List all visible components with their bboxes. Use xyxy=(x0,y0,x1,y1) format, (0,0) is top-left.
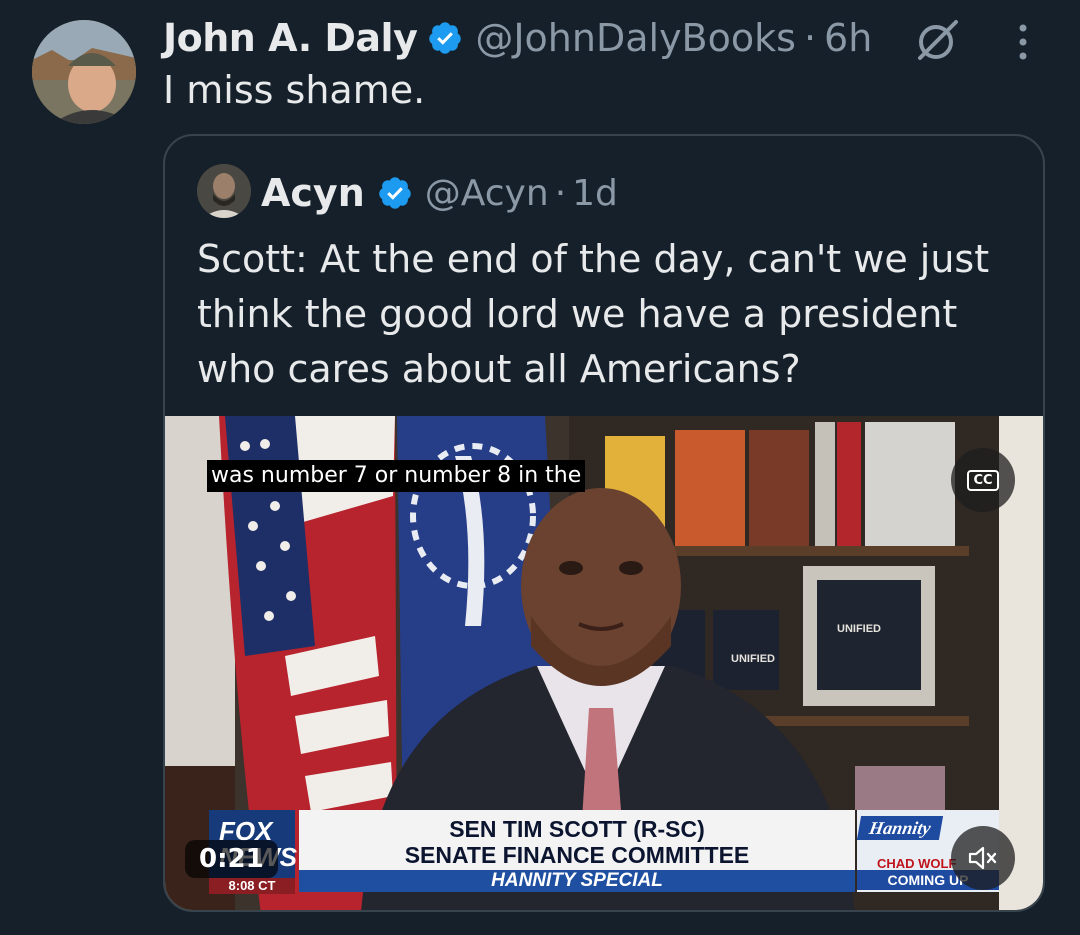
verified-badge-icon xyxy=(429,22,462,54)
quoted-header: Acyn @Acyn · 1d xyxy=(261,166,618,220)
video-player[interactable]: UNIFIED UNIFIED was number 7 or number 8… xyxy=(165,416,1043,910)
chyron-line1: SEN TIM SCOTT (R-SC) xyxy=(449,816,705,842)
tweet-header: John A. Daly @JohnDalyBooks · 6h xyxy=(163,12,872,64)
book-title: UNIFIED xyxy=(837,623,881,635)
grok-icon[interactable] xyxy=(912,18,962,62)
book-title-2: UNIFIED xyxy=(731,653,775,665)
closed-captions-button[interactable]: CC xyxy=(951,448,1015,512)
mute-button[interactable] xyxy=(951,826,1015,890)
verified-badge-icon xyxy=(379,177,411,209)
quoted-time[interactable]: 1d xyxy=(572,173,618,214)
chyron-bar: HANNITY SPECIAL xyxy=(299,870,855,892)
video-timer: 0:21 xyxy=(185,840,278,878)
network-clock: 8:08 CT xyxy=(209,878,295,894)
tweet-time[interactable]: 6h xyxy=(824,16,872,60)
chyron-line2: SENATE FINANCE COMMITTEE xyxy=(404,842,750,868)
promo-show-logo: Hannity xyxy=(856,816,944,840)
separator-dot: · xyxy=(803,16,817,60)
author-name[interactable]: John A. Daly xyxy=(163,16,418,60)
quoted-author-name[interactable]: Acyn xyxy=(261,171,365,215)
separator-dot: · xyxy=(554,172,567,214)
promo-line1: CHAD WOLF xyxy=(877,856,957,871)
quoted-text: Scott: At the end of the day, can't we j… xyxy=(197,237,990,391)
quoted-author-avatar[interactable] xyxy=(197,164,251,218)
author-avatar[interactable] xyxy=(32,20,136,124)
closed-captions-icon: CC xyxy=(967,469,999,491)
tweet-text: I miss shame. xyxy=(163,68,426,112)
author-handle[interactable]: @JohnDalyBooks xyxy=(475,16,796,60)
video-caption: was number 7 or number 8 in the xyxy=(207,460,586,492)
mute-icon xyxy=(968,846,997,870)
quoted-tweet[interactable]: Acyn @Acyn · 1d Scott: At the end of the… xyxy=(163,134,1045,912)
more-options-icon[interactable] xyxy=(1012,22,1034,62)
quoted-author-handle[interactable]: @Acyn xyxy=(425,173,549,214)
